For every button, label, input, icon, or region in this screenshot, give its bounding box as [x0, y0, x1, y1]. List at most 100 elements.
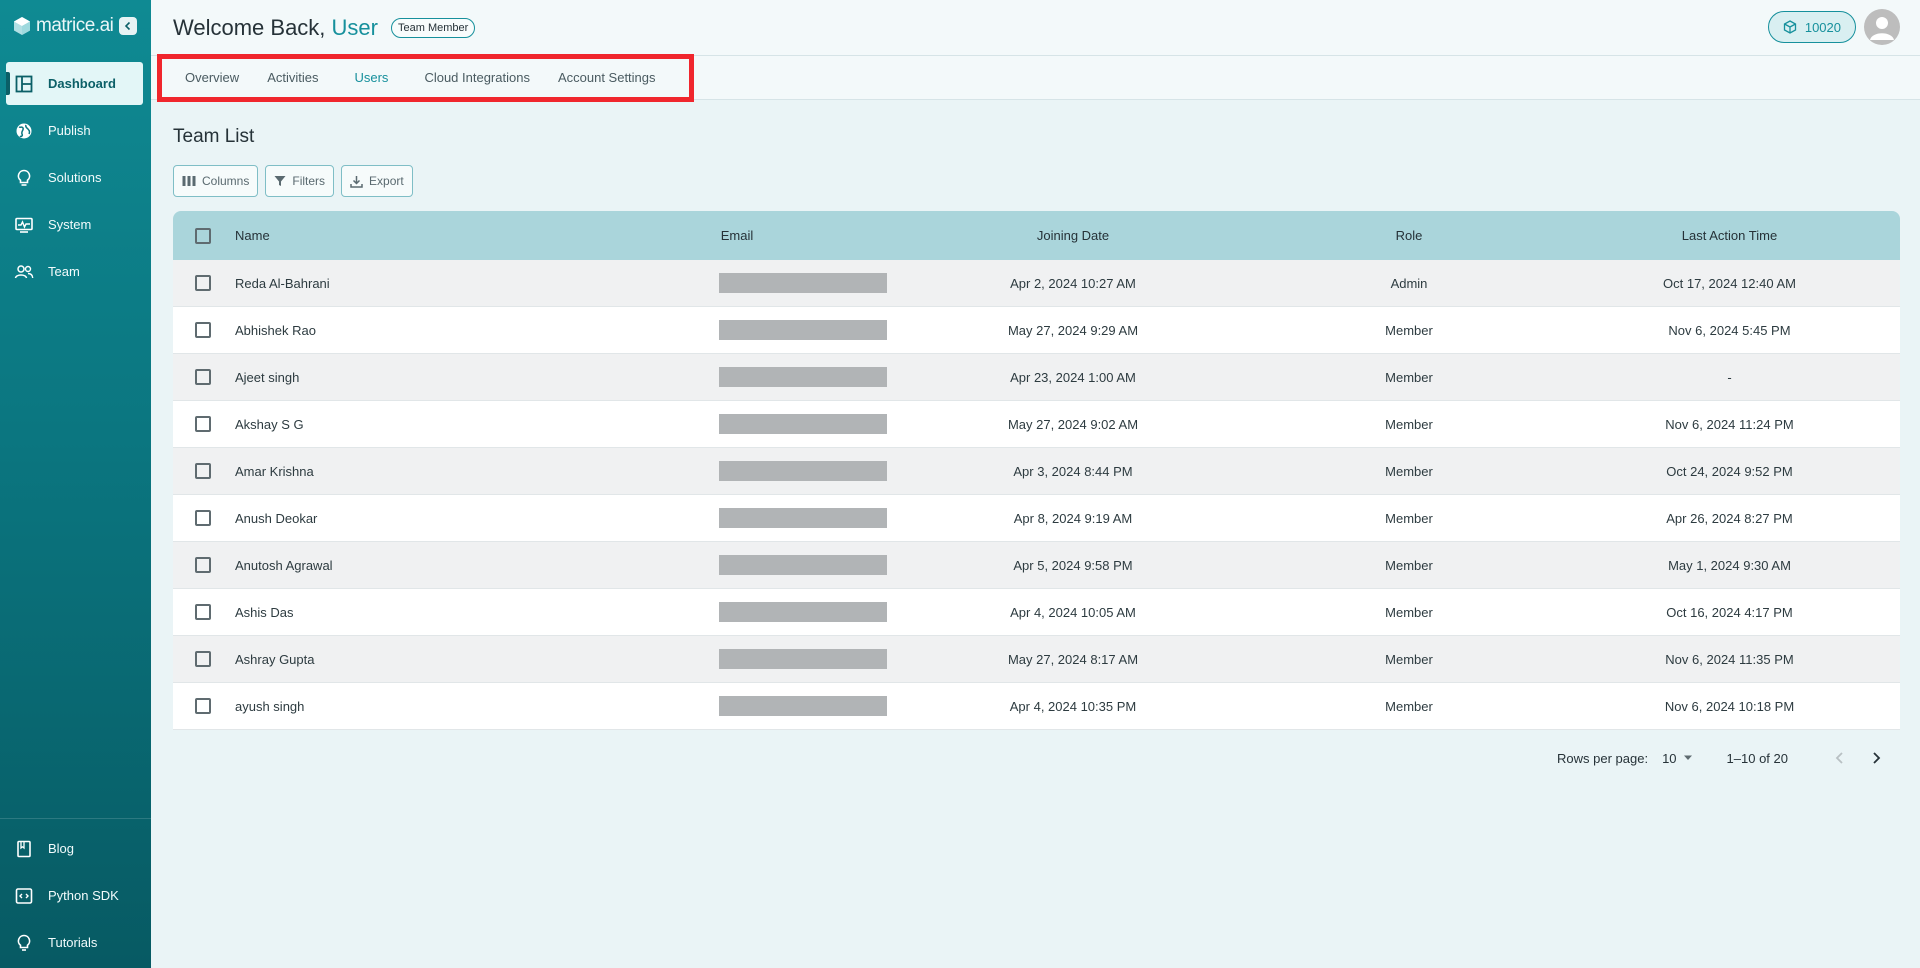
joining-date-cell: Apr 8, 2024 9:19 AM — [1013, 510, 1133, 526]
page-title: Welcome Back, User — [173, 15, 378, 41]
table-row[interactable]: Anutosh Agrawal Apr 5, 2024 9:58 PM Memb… — [173, 542, 1900, 589]
name-cell: Abhishek Rao — [235, 322, 316, 338]
row-checkbox[interactable] — [195, 604, 211, 620]
name-cell: Akshay S G — [235, 416, 304, 432]
tab-users[interactable]: Users — [332, 70, 410, 85]
sidebar-item-label: System — [48, 217, 92, 232]
row-checkbox[interactable] — [195, 369, 211, 385]
user-name: User — [331, 14, 378, 40]
table-row[interactable]: Amar Krishna Apr 3, 2024 8:44 PM Member … — [173, 448, 1900, 495]
tab-activities[interactable]: Activities — [253, 70, 332, 85]
row-checkbox[interactable] — [195, 416, 211, 432]
sidebar-item-python-sdk[interactable]: Python SDK — [6, 874, 143, 917]
email-redacted — [719, 649, 887, 669]
welcome-prefix: Welcome Back, — [173, 14, 326, 40]
sidebar-item-label: Solutions — [48, 170, 102, 185]
filters-label: Filters — [292, 174, 326, 188]
email-redacted — [719, 508, 887, 528]
joining-date-cell: Apr 2, 2024 10:27 AM — [1010, 275, 1136, 291]
chevron-left-icon — [125, 21, 131, 31]
name-cell: Ajeet singh — [235, 369, 300, 385]
name-cell: Anutosh Agrawal — [235, 557, 333, 573]
role-cell: Member — [1385, 510, 1433, 526]
avatar[interactable] — [1864, 9, 1900, 45]
columns-button[interactable]: Columns — [173, 165, 259, 197]
sidebar-nav: Dashboard Publish Solutions System Team — [0, 62, 151, 293]
top-header: Welcome Back, User Team Member 10020 — [151, 0, 1920, 56]
section-title: Team List — [173, 126, 255, 147]
role-cell: Member — [1385, 416, 1433, 432]
chevron-right-icon — [1873, 752, 1881, 764]
next-page-button[interactable] — [1864, 746, 1888, 770]
table-row[interactable]: Ajeet singh Apr 23, 2024 1:00 AM Member … — [173, 354, 1900, 401]
name-cell: Ashis Das — [235, 604, 294, 620]
rows-per-page-label: Rows per page: — [1557, 750, 1649, 766]
lightbulb-icon — [14, 168, 34, 188]
page-range: 1–10 of 20 — [1726, 750, 1788, 766]
row-checkbox[interactable] — [195, 322, 211, 338]
previous-page-button[interactable] — [1828, 746, 1852, 770]
rows-per-page-select[interactable]: 10 — [1662, 751, 1692, 766]
role-cell: Member — [1385, 651, 1433, 667]
last-action-cell: Nov 6, 2024 5:45 PM — [1668, 322, 1791, 338]
role-badge: Team Member — [391, 17, 476, 38]
tab-overview[interactable]: Overview — [171, 70, 253, 85]
email-redacted — [719, 696, 887, 716]
credits-value: 10020 — [1804, 19, 1841, 35]
table-row[interactable]: Akshay S G May 27, 2024 9:02 AM Member N… — [173, 401, 1900, 448]
book-icon — [14, 839, 34, 859]
select-all-checkbox[interactable] — [195, 227, 211, 244]
joining-date-cell: Apr 5, 2024 9:58 PM — [1013, 557, 1133, 573]
email-redacted — [719, 555, 887, 575]
role-cell: Member — [1385, 463, 1433, 479]
column-header-name[interactable]: Name — [227, 228, 587, 243]
table-row[interactable]: Anush Deokar Apr 8, 2024 9:19 AM Member … — [173, 495, 1900, 542]
column-header-last-action-time[interactable]: Last Action Time — [1559, 228, 1900, 243]
email-redacted — [719, 320, 887, 340]
last-action-cell: Apr 26, 2024 8:27 PM — [1666, 510, 1793, 526]
table-row[interactable]: Ashis Das Apr 4, 2024 10:05 AM Member Oc… — [173, 589, 1900, 636]
sidebar-item-system[interactable]: System — [6, 203, 143, 246]
tab-account-settings[interactable]: Account Settings — [544, 70, 670, 85]
row-checkbox[interactable] — [195, 510, 211, 526]
rows-per-page-value: 10 — [1662, 750, 1677, 766]
sidebar-item-tutorials[interactable]: Tutorials — [6, 921, 143, 964]
sidebar-item-publish[interactable]: Publish — [6, 109, 143, 152]
credits-button[interactable]: 10020 — [1767, 11, 1856, 43]
table-row[interactable]: Ashray Gupta May 27, 2024 8:17 AM Member… — [173, 636, 1900, 683]
sidebar-item-label: Publish — [48, 123, 91, 138]
row-checkbox[interactable] — [195, 557, 211, 573]
grid-toolbar: Columns Filters Export — [173, 165, 1900, 197]
export-button[interactable]: Export — [341, 165, 413, 197]
row-checkbox[interactable] — [195, 651, 211, 667]
column-header-joining-date[interactable]: Joining Date — [887, 228, 1259, 243]
sidebar-item-team[interactable]: Team — [6, 250, 143, 293]
sidebar-item-blog[interactable]: Blog — [6, 827, 143, 870]
sidebar-item-solutions[interactable]: Solutions — [6, 156, 143, 199]
filters-button[interactable]: Filters — [265, 165, 335, 197]
collapse-sidebar-button[interactable] — [119, 17, 138, 35]
name-cell: Ashray Gupta — [235, 651, 315, 667]
last-action-cell: Nov 6, 2024 11:35 PM — [1665, 651, 1794, 667]
tab-cloud-integrations[interactable]: Cloud Integrations — [410, 70, 544, 85]
table-row[interactable]: Reda Al-Bahrani Apr 2, 2024 10:27 AM Adm… — [173, 260, 1900, 307]
sidebar-item-dashboard[interactable]: Dashboard — [6, 62, 143, 105]
columns-icon — [182, 176, 196, 186]
email-redacted — [719, 273, 887, 293]
last-action-cell: Oct 24, 2024 9:52 PM — [1666, 463, 1793, 479]
column-header-email[interactable]: Email — [587, 228, 887, 243]
sidebar-item-label: Dashboard — [48, 76, 116, 91]
column-header-role[interactable]: Role — [1259, 228, 1559, 243]
role-cell: Admin — [1390, 275, 1428, 291]
email-redacted — [719, 414, 887, 434]
joining-date-cell: Apr 3, 2024 8:44 PM — [1013, 463, 1133, 479]
logo: matrice.ai — [0, 0, 151, 52]
row-checkbox[interactable] — [195, 463, 211, 479]
row-checkbox[interactable] — [195, 698, 211, 714]
row-checkbox[interactable] — [195, 275, 211, 291]
joining-date-cell: Apr 4, 2024 10:35 PM — [1009, 698, 1137, 714]
table-row[interactable]: ayush singh Apr 4, 2024 10:35 PM Member … — [173, 683, 1900, 730]
name-cell: Reda Al-Bahrani — [235, 275, 330, 291]
table-row[interactable]: Abhishek Rao May 27, 2024 9:29 AM Member… — [173, 307, 1900, 354]
email-redacted — [719, 367, 887, 387]
